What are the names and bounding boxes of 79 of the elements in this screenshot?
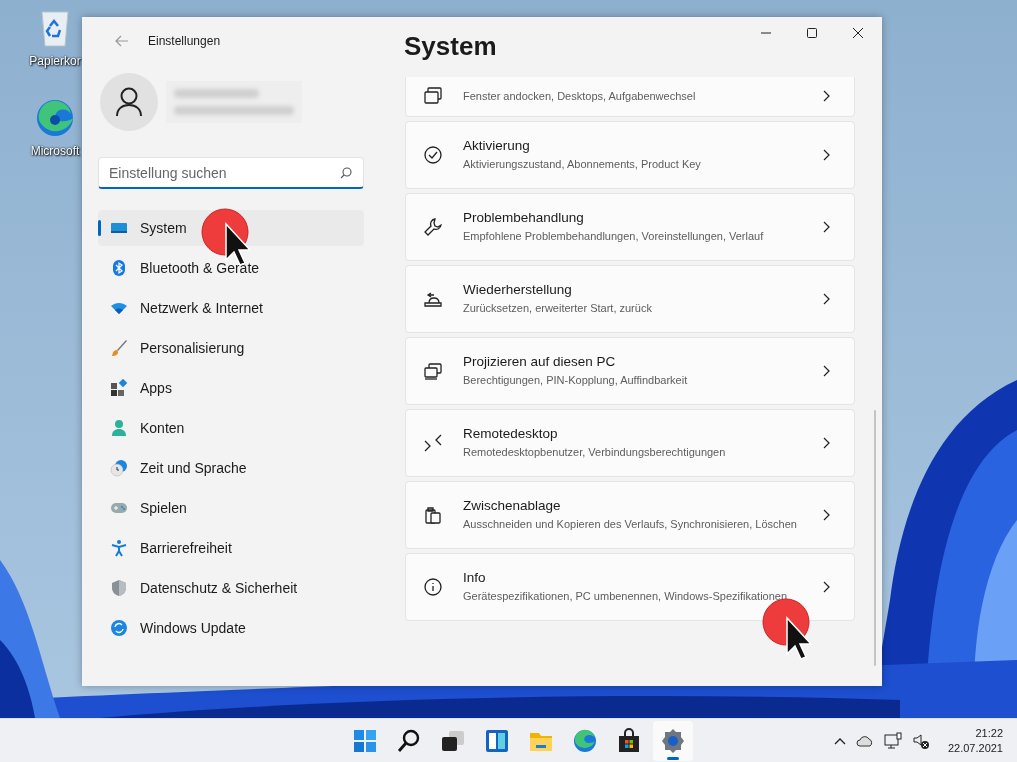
recycle-bin-icon[interactable] [38, 8, 72, 48]
sidebar-item[interactable]: Personalisierung [98, 330, 364, 366]
clipboard-icon [423, 505, 443, 525]
shield-icon [110, 579, 128, 597]
chevron-icon [823, 581, 830, 593]
card-description: Berechtigungen, PIN-Kopplung, Auffindbarkeit [463, 373, 689, 388]
sidebar-item[interactable]: Netzwerk & Internet [98, 290, 364, 326]
sidebar-item[interactable]: Windows Update [98, 610, 364, 646]
person-icon [115, 87, 143, 117]
card-title: Aktivierung [463, 138, 531, 153]
card-title: Wiederherstellung [463, 282, 573, 297]
wrench-icon [423, 217, 443, 237]
search-icon [340, 167, 352, 179]
muted-speaker-icon[interactable] [911, 731, 930, 750]
clock-icon [110, 459, 128, 477]
settings-card[interactable]: Info Gerätespezifikationen, PC umbenennen, Windows-Spezifikationen [405, 553, 855, 621]
chevron-icon [823, 437, 830, 449]
settings-card[interactable]: Aktivierung Aktivierungszustand, Abonnements, Product Key [405, 121, 855, 189]
check-icon [423, 145, 443, 165]
info-icon [423, 577, 443, 597]
chevron-icon [823, 221, 830, 233]
card-title: Zwischenablage [463, 498, 562, 513]
person-icon [110, 419, 128, 437]
scrollbar[interactable] [873, 410, 876, 666]
clock[interactable]: 21:22 22.07.2021 [947, 725, 1003, 756]
close-icon[interactable] [852, 27, 864, 39]
bluetooth-icon [110, 259, 128, 277]
maximize-icon[interactable] [806, 27, 818, 39]
back-arrow-icon[interactable] [115, 35, 129, 47]
edge-icon [572, 727, 598, 754]
card-description: Ausschneiden und Kopieren des Verlaufs, Synchronisieren, Löschen [463, 517, 798, 532]
card-title: Problembehandlung [463, 210, 585, 225]
sidebar-item[interactable]: Spielen [98, 490, 364, 526]
card-description: Gerätespezifikationen, PC umbenennen, Windows-Spezifikationen [463, 589, 789, 604]
app-title: Einstellungen [148, 34, 221, 48]
active-indicator [667, 756, 679, 760]
search-icon [396, 727, 422, 754]
sidebar-item[interactable]: Bluetooth & Geräte [98, 250, 364, 286]
settings-icon [660, 727, 686, 754]
sidebar-item[interactable]: Zeit und Sprache [98, 450, 364, 486]
settings-card[interactable]: Projizieren auf diesen PC Berechtigungen, PIN-Kopplung, Auffindbarkeit [405, 337, 855, 405]
settings-card[interactable]: Zwischenablage Ausschneiden und Kopieren des Verlaufs, Synchronisieren, Löschen [405, 481, 855, 549]
card-title: Projizieren auf diesen PC [463, 354, 617, 369]
store-icon [616, 727, 642, 754]
sidebar-item[interactable]: Apps [98, 370, 364, 406]
card-description: Fenster andocken, Desktops, Aufgabenwechsel [463, 89, 697, 104]
widgets-icon [484, 727, 510, 754]
browser-icon[interactable] [35, 98, 75, 138]
chevron-icon [823, 509, 830, 521]
card-description: Zurücksetzen, erweiterter Start, zurück [463, 301, 653, 316]
sidebar-item[interactable]: Konten [98, 410, 364, 446]
sidebar-item[interactable]: Datenschutz & Sicherheit [98, 570, 364, 606]
chevron-up-icon[interactable] [833, 736, 846, 745]
card-description: Aktivierungszustand, Abonnements, Product Key [463, 157, 702, 172]
settings-card[interactable]: Wiederherstellung Zurücksetzen, erweiterter Start, zurück [405, 265, 855, 333]
page-title: System [404, 31, 497, 62]
start-icon [352, 727, 378, 754]
card-description: Empfohlene Problembehandlungen, Voreinstellungen, Verlauf [463, 229, 765, 244]
cloud-icon[interactable] [855, 734, 874, 747]
card-title: Info [463, 570, 487, 585]
apps-icon [110, 379, 128, 397]
project-icon [423, 361, 443, 381]
chevron-icon [823, 149, 830, 161]
network-icon[interactable] [883, 731, 902, 750]
settings-card[interactable]: Problembehandlung Empfohlene Problembehandlungen, Voreinstellungen, Verlauf [405, 193, 855, 261]
search-field[interactable]: Einstellung suchen [98, 157, 364, 189]
card-title: Remotedesktop [463, 426, 559, 441]
update-icon [110, 619, 128, 637]
windows-icon [423, 86, 443, 106]
remote-icon [423, 433, 443, 453]
sidebar-item[interactable]: Barrierefreiheit [98, 530, 364, 566]
chevron-icon [823, 90, 830, 102]
access-icon [110, 539, 128, 557]
chevron-icon [823, 293, 830, 305]
brush-icon [110, 339, 128, 357]
chevron-icon [823, 365, 830, 377]
card-description: Remotedesktopbenutzer, Verbindungsberechtigungen [463, 445, 727, 460]
settings-card[interactable]: Fenster andocken, Desktops, Aufgabenwechsel [405, 77, 855, 117]
settings-card[interactable]: Remotedesktop Remotedesktopbenutzer, Verbindungsberechtigungen [405, 409, 855, 477]
